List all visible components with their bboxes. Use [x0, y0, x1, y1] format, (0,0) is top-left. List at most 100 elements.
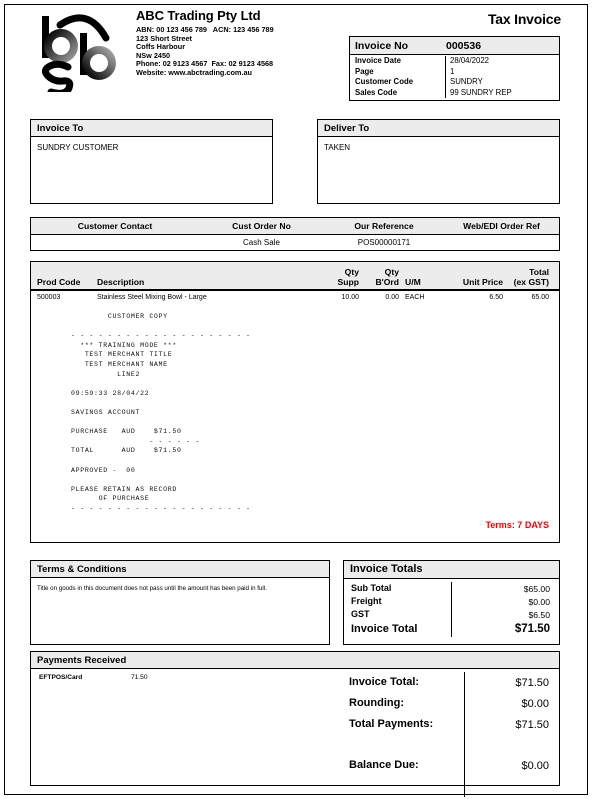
cell-um: EACH	[405, 294, 425, 301]
total-label: Sub Total	[344, 582, 452, 595]
deliver-to-panel: Deliver To TAKEN	[317, 119, 560, 204]
meta-value: 1	[450, 66, 455, 76]
payments-received-panel: Payments Received EFTPOS/Card 71.50 Invo…	[30, 651, 560, 797]
payment-value: $0.00	[521, 697, 549, 710]
meta-label: Sales Code	[350, 87, 446, 98]
cell-total: 65.00	[531, 294, 549, 301]
total-label: Invoice Total	[344, 621, 452, 637]
cell-qty-supp: 10.00	[341, 294, 359, 301]
meta-label: Customer Code	[350, 77, 446, 88]
total-value: $71.50	[514, 623, 550, 635]
invoice-no-header: Invoice No 000536	[350, 37, 559, 55]
payment-row-invoice-total: Invoice Total: $71.50	[343, 672, 561, 693]
meta-row-customer-code: Customer Code SUNDRY	[350, 77, 559, 88]
company-details: ABC Trading Pty Ltd ABN: 00 123 456 789 …	[136, 8, 346, 78]
invoice-to-line: SUNDRY CUSTOMER	[37, 143, 119, 152]
table-row: 500003 Stainless Steel Mixing Bowl - Lar…	[31, 290, 559, 304]
header-description: Description	[97, 276, 145, 287]
total-value: $0.00	[528, 596, 550, 607]
payment-value: $71.50	[515, 718, 549, 731]
invoice-meta-box: Invoice No 000536 Invoice Date 28/04/202…	[349, 36, 560, 101]
header-total: Total (ex GST)	[503, 267, 555, 287]
header-prod-code: Prod Code	[37, 276, 81, 287]
total-label: GST	[344, 608, 452, 621]
meta-label: Page	[350, 66, 446, 77]
payment-entry-row: EFTPOS/Card 71.50	[39, 674, 148, 681]
line-items-table: Prod Code Description Qty Supp Qty B'Ord…	[30, 261, 560, 543]
header-qty-bord: Qty B'Ord	[359, 267, 399, 287]
total-row-invoice-total: Invoice Total $71.50	[344, 621, 559, 637]
header-customer-contact: Customer Contact	[77, 221, 153, 231]
eftpos-receipt-text: CUSTOMER COPY - - - - - - - - - - - - - …	[71, 313, 251, 512]
meta-value: SUNDRY	[450, 77, 483, 86]
deliver-to-body: TAKEN	[318, 137, 559, 158]
value-our-reference: POS00000171	[357, 238, 411, 247]
total-row-freight: Freight $0.00	[344, 595, 559, 608]
invoice-meta-rows: Invoice Date 28/04/2022 Page 1 Customer …	[350, 55, 559, 100]
invoice-totals-title: Invoice Totals	[344, 561, 559, 579]
header-total-line2: (ex GST)	[513, 276, 549, 287]
payments-summary: Invoice Total: $71.50 Rounding: $0.00 To…	[343, 672, 561, 797]
value-cust-order-no: Cash Sale	[243, 238, 280, 247]
header-our-reference: Our Reference	[354, 221, 414, 231]
meta-row-invoice-date: Invoice Date 28/04/2022	[350, 56, 559, 67]
meta-row-sales-code: Sales Code 99 SUNDRY REP	[350, 87, 559, 98]
deliver-to-title: Deliver To	[318, 120, 559, 137]
payment-label: Invoice Total:	[343, 672, 465, 693]
invoice-page: ABC Trading Pty Ltd ABN: 00 123 456 789 …	[0, 0, 592, 799]
payment-value: $0.00	[521, 759, 549, 772]
company-logo	[30, 8, 126, 97]
cell-unit-price: 6.50	[489, 294, 503, 301]
payment-amount: 71.50	[131, 674, 148, 681]
terms-conditions-text: Title on goods in this document does not…	[37, 585, 267, 592]
header-qty-supp: Qty Supp	[317, 267, 359, 287]
header-unit-price: Unit Price	[462, 276, 503, 287]
total-label: Freight	[344, 595, 452, 608]
invoice-to-body: SUNDRY CUSTOMER	[31, 137, 272, 158]
header-qty-supp-line2: Supp	[337, 276, 359, 287]
company-name: ABC Trading Pty Ltd	[136, 8, 261, 23]
payment-row-spacer	[343, 734, 561, 756]
total-value: $6.50	[528, 609, 550, 620]
company-website: Website: www.abctrading.com.au	[136, 67, 252, 77]
cell-qty-bord: 0.00	[385, 294, 399, 301]
payment-spacer-cell	[343, 775, 465, 797]
meta-value: 99 SUNDRY REP	[450, 87, 512, 97]
total-row-gst: GST $6.50	[344, 608, 559, 621]
payment-label: Total Payments:	[343, 714, 465, 735]
payment-label: Balance Due:	[343, 755, 465, 776]
payment-value: $71.50	[515, 676, 549, 689]
cell-description: Stainless Steel Mixing Bowl - Large	[97, 294, 207, 301]
invoice-to-title: Invoice To	[31, 120, 272, 137]
payment-row-balance-due: Balance Due: $0.00	[343, 755, 561, 776]
meta-row-page: Page 1	[350, 66, 559, 77]
invoice-to-panel: Invoice To SUNDRY CUSTOMER	[30, 119, 273, 204]
terms-conditions-body: Title on goods in this document does not…	[31, 578, 329, 599]
reference-value-row: Cash Sale POS00000171	[31, 235, 559, 250]
invoice-no-value: 000536	[446, 39, 482, 52]
payments-received-body: EFTPOS/Card 71.50 Invoice Total: $71.50 …	[31, 669, 559, 797]
cell-prod-code: 500003	[37, 294, 61, 301]
payment-terms-note: Terms: 7 DAYS	[485, 520, 549, 530]
total-row-sub-total: Sub Total $65.00	[344, 582, 559, 595]
total-value: $65.00	[523, 583, 550, 594]
terms-conditions-title: Terms & Conditions	[31, 561, 329, 578]
payments-received-title: Payments Received	[31, 652, 559, 669]
payment-label: Rounding:	[343, 693, 465, 714]
reference-header-row: Customer Contact Cust Order No Our Refer…	[31, 218, 559, 235]
invoice-totals-panel: Invoice Totals Sub Total $65.00 Freight …	[343, 560, 560, 645]
payment-spacer-cell	[343, 734, 465, 756]
document-title: Tax Invoice	[487, 11, 561, 27]
terms-conditions-panel: Terms & Conditions Title on goods in thi…	[30, 560, 330, 645]
payment-method: EFTPOS/Card	[39, 674, 83, 681]
payment-row-spacer-bottom	[343, 775, 561, 797]
line-items-header: Prod Code Description Qty Supp Qty B'Ord…	[31, 262, 559, 290]
payment-row-rounding: Rounding: $0.00	[343, 693, 561, 714]
payment-row-total-payments: Total Payments: $71.50	[343, 714, 561, 735]
invoice-totals-rows: Sub Total $65.00 Freight $0.00 GST $6.50…	[344, 579, 559, 637]
header-um: U/M	[405, 276, 421, 287]
invoice-no-label: Invoice No	[355, 39, 409, 52]
bsb-logo-icon	[41, 14, 116, 97]
meta-value: 28/04/2022	[450, 56, 490, 65]
header-web-edi-order-ref: Web/EDI Order Ref	[463, 221, 540, 231]
